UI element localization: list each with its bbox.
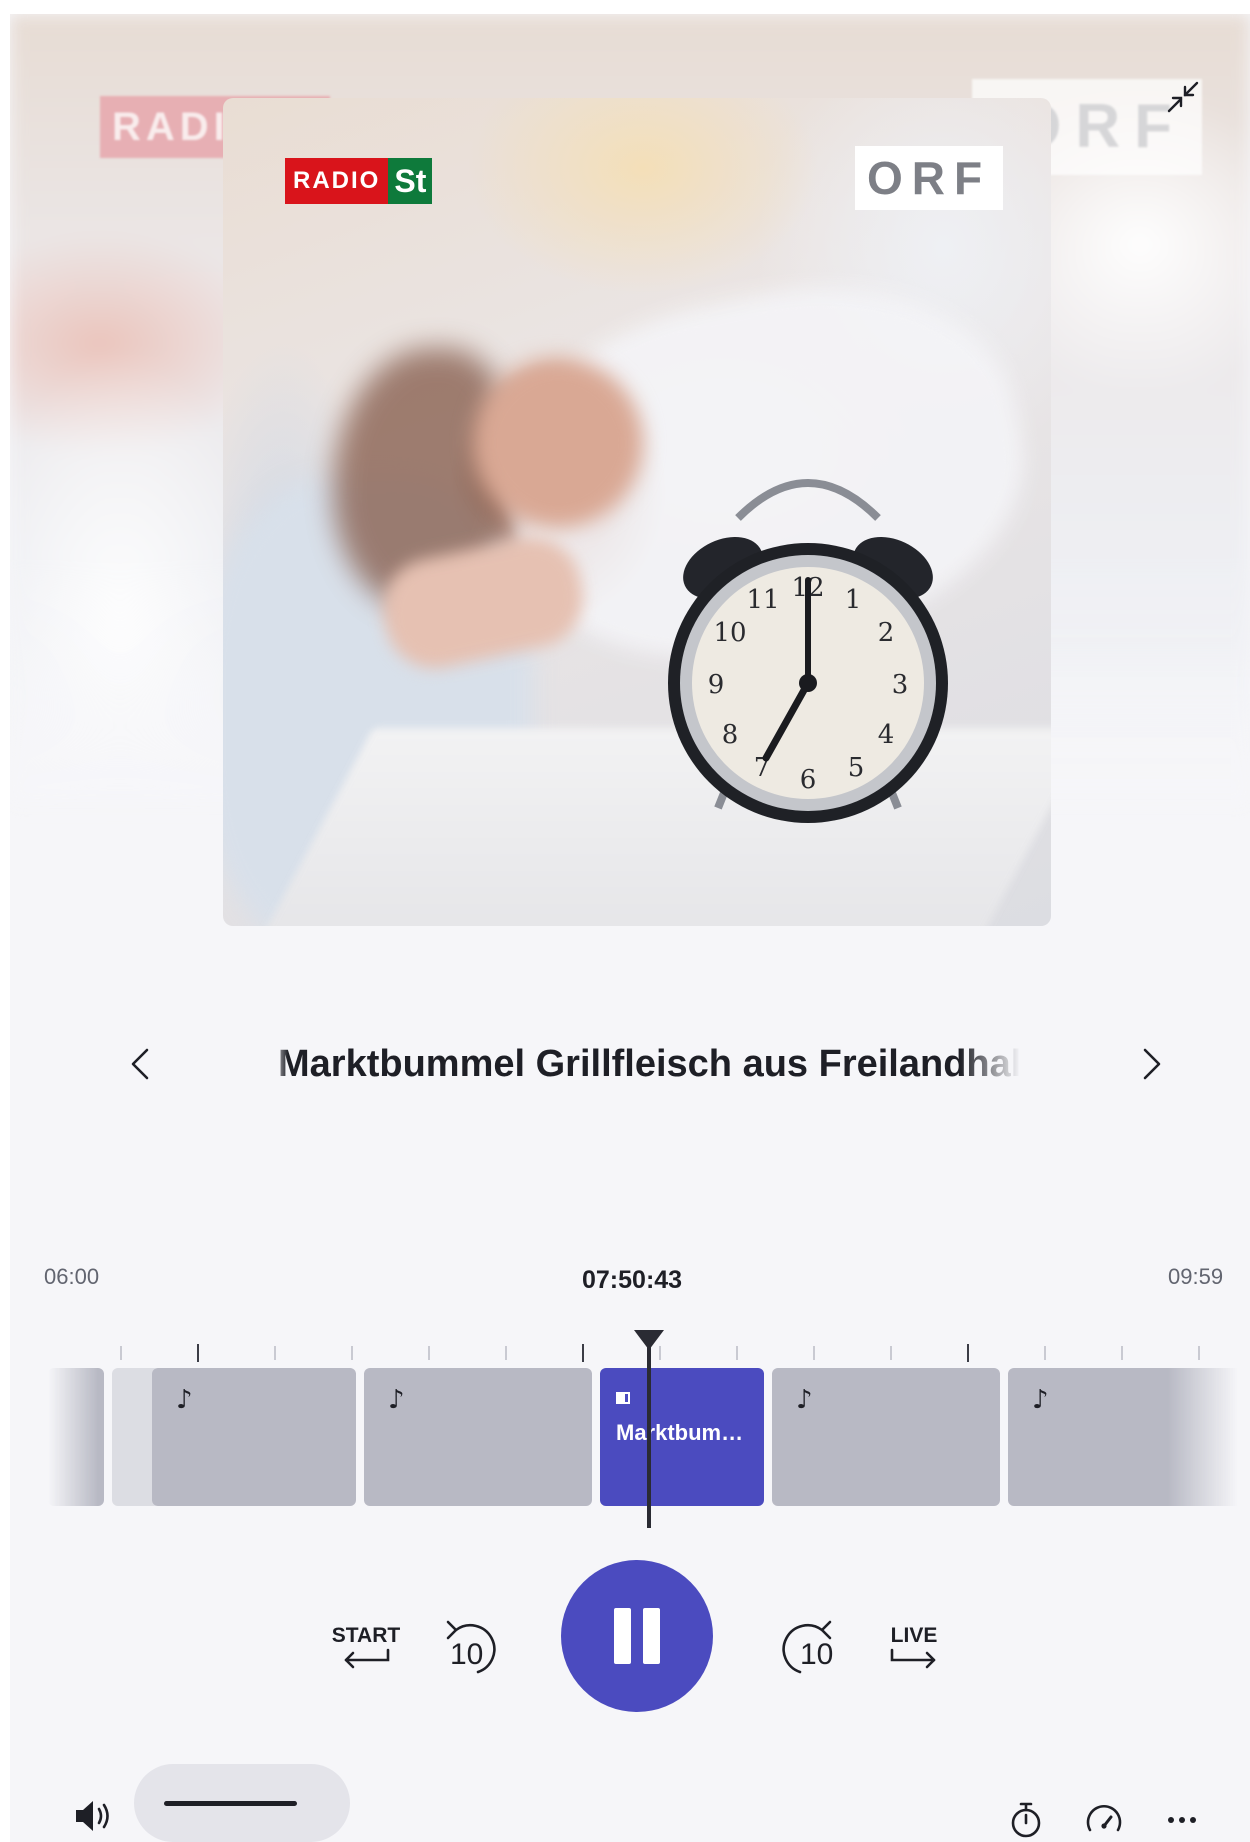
svg-text:8: 8 (722, 720, 739, 750)
pause-button[interactable] (561, 1560, 713, 1712)
cover-artwork: 1212 345 678 91011 RADIO St ORF (223, 98, 1051, 926)
speedometer-icon (1086, 1804, 1122, 1832)
svg-text:5: 5 (848, 753, 865, 783)
volume-track (164, 1801, 320, 1806)
timeline-ticks (10, 1334, 1250, 1364)
now-playing-title-container: Marktbummel Grillfleisch aus Freilandhal… (270, 1036, 1020, 1092)
arrow-back-icon (344, 1648, 390, 1669)
music-note-icon: ♪ (1032, 1385, 1049, 1415)
now-playing-title: Marktbummel Grillfleisch aus Freilandhal… (278, 1043, 1020, 1085)
svg-text:3: 3 (892, 670, 909, 700)
volume-slider[interactable] (134, 1764, 350, 1842)
timeline-segment-music[interactable]: ♪ (364, 1368, 592, 1506)
speaker-icon (76, 1801, 109, 1831)
music-note-icon: ♪ (796, 1385, 813, 1415)
svg-text:2: 2 (878, 618, 895, 648)
timeline-segment-music[interactable]: ♪ (772, 1368, 1000, 1506)
timeline-segment-music[interactable]: ♪ (152, 1368, 356, 1506)
timeline-segment-music[interactable]: ♪ (1008, 1368, 1238, 1506)
next-item-button[interactable] (1122, 1034, 1182, 1094)
pause-icon (614, 1608, 631, 1664)
timeline-playhead[interactable] (634, 1330, 664, 1530)
more-icon (1168, 1817, 1196, 1823)
minimize-button[interactable] (1158, 72, 1208, 122)
rewind-10-button[interactable]: 10 (438, 1614, 498, 1684)
mute-button[interactable] (72, 1796, 116, 1836)
svg-text:11: 11 (746, 585, 779, 615)
svg-text:4: 4 (878, 720, 895, 750)
audio-player: RADIO ORF 1212 345 6 (10, 14, 1250, 1842)
sleep-timer-button[interactable] (1004, 1800, 1048, 1840)
timeline-current-time: 07:50:43 (582, 1266, 683, 1294)
chevron-left-icon (131, 1048, 149, 1080)
music-note-icon: ♪ (176, 1385, 193, 1415)
more-options-button[interactable] (1160, 1800, 1204, 1840)
previous-item-button[interactable] (110, 1034, 170, 1094)
alarm-clock-illustration: 1212 345 678 91011 (668, 479, 948, 823)
timeline-end-time: 09:59 (1168, 1264, 1224, 1289)
svg-text:6: 6 (800, 765, 817, 795)
orf-logo: ORF (855, 146, 1003, 210)
playback-speed-button[interactable] (1082, 1800, 1126, 1840)
volume-level (164, 1801, 297, 1806)
jump-to-live-button[interactable]: LIVE (882, 1624, 946, 1672)
arrow-forward-icon (890, 1648, 936, 1669)
svg-text:1: 1 (845, 585, 862, 615)
timeline-segment-active[interactable]: Marktbum… (600, 1368, 764, 1506)
minimize-icon (1167, 81, 1199, 113)
timeline-start-time: 06:00 (44, 1264, 100, 1289)
chevron-right-icon (1143, 1048, 1161, 1080)
radio-station-logo: RADIO St (285, 158, 433, 204)
music-note-icon: ♪ (388, 1385, 405, 1415)
stopwatch-icon (1011, 1802, 1041, 1838)
svg-text:10: 10 (713, 618, 746, 648)
forward-10-button[interactable]: 10 (780, 1614, 840, 1684)
timeline-segment[interactable] (48, 1368, 104, 1506)
speech-segment-icon (616, 1392, 630, 1404)
jump-to-start-button[interactable]: START (332, 1624, 400, 1672)
svg-text:9: 9 (708, 670, 725, 700)
